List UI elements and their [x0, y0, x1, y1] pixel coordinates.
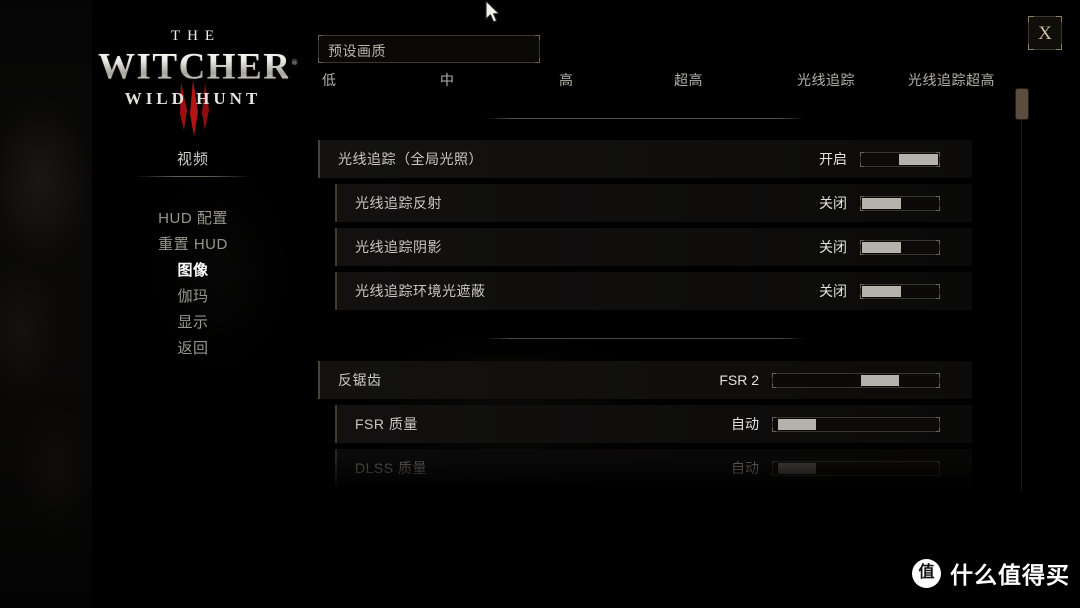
- setting-slider: [772, 460, 940, 476]
- toggle-thumb: [862, 285, 901, 297]
- setting-label: 光线追踪（全局光照）: [338, 151, 483, 167]
- section-divider: [485, 338, 805, 339]
- preset-tab-1[interactable]: 中: [440, 70, 455, 90]
- corner-notch-icon: [535, 58, 540, 63]
- setting-value: 自动: [731, 460, 759, 476]
- setting-row[interactable]: 光线追踪反射 关闭: [335, 184, 972, 222]
- slider-thumb: [861, 374, 899, 386]
- sidebar-item-1[interactable]: 重置 HUD: [88, 232, 298, 258]
- setting-label: 光线追踪反射: [355, 195, 442, 211]
- preset-tab-bar: 低 中 高 超高 光线追踪 光线追踪超高: [312, 70, 1012, 92]
- background-texture-left: [0, 0, 92, 608]
- logo-line-the: THE: [170, 28, 222, 44]
- setting-value: 关闭: [819, 283, 847, 299]
- corner-notch-icon: [860, 162, 864, 167]
- corner-notch-icon: [936, 239, 940, 244]
- corner-notch-icon: [772, 427, 776, 432]
- slider-thumb: [778, 462, 816, 474]
- corner-notch-icon: [936, 427, 940, 432]
- corner-notch-icon: [318, 58, 323, 63]
- setting-row[interactable]: 光线追踪（全局光照） 开启: [318, 140, 972, 178]
- setting-value: 自动: [731, 416, 759, 432]
- setting-label: DLSS 质量: [355, 460, 427, 476]
- corner-notch-icon: [936, 283, 940, 288]
- preset-tab-4[interactable]: 光线追踪: [797, 70, 855, 90]
- setting-slider[interactable]: [772, 416, 940, 432]
- sidebar-item-5[interactable]: 返回: [88, 336, 298, 362]
- corner-notch-icon: [772, 372, 776, 377]
- corner-notch-icon: [936, 294, 940, 299]
- sidebar-item-0[interactable]: HUD 配置: [88, 206, 298, 232]
- preset-quality-label: 预设画质: [328, 43, 386, 59]
- toggle-thumb: [899, 153, 938, 165]
- preset-quality-field[interactable]: 预设画质: [318, 35, 540, 63]
- left-panel: THE WITCHER® WILD HUNT 视频 HUD 配置 重置 HUD 图像…: [88, 0, 298, 608]
- sidebar-menu: HUD 配置 重置 HUD 图像 伽玛 显示 返回: [88, 206, 298, 362]
- setting-value: 关闭: [819, 195, 847, 211]
- setting-label: FSR 质量: [355, 416, 418, 432]
- setting-toggle[interactable]: [860, 239, 940, 255]
- setting-row[interactable]: DLSS 质量 自动: [335, 449, 972, 487]
- corner-notch-icon: [318, 35, 323, 40]
- setting-label: 光线追踪环境光遮蔽: [355, 283, 486, 299]
- setting-label: 反锯齿: [338, 372, 382, 388]
- sidebar-divider: [134, 176, 252, 177]
- sidebar-item-2[interactable]: 图像: [88, 258, 298, 284]
- sidebar-item-3[interactable]: 伽玛: [88, 284, 298, 310]
- setting-row[interactable]: 光线追踪环境光遮蔽 关闭: [335, 272, 972, 310]
- corner-notch-icon: [936, 195, 940, 200]
- logo-line-wild-hunt: WILD HUNT: [124, 89, 262, 109]
- corner-notch-icon: [772, 416, 776, 421]
- corner-notch-icon: [860, 151, 864, 156]
- corner-notch-icon: [772, 460, 776, 465]
- logo-registered-mark: ®: [291, 58, 299, 67]
- watermark: 值 什么值得买: [912, 556, 1070, 590]
- toggle-thumb: [862, 197, 901, 209]
- setting-value: FSR 2: [719, 372, 759, 388]
- setting-label: 光线追踪阴影: [355, 239, 442, 255]
- game-settings-screen: THE WITCHER® WILD HUNT 视频 HUD 配置 重置 HUD 图像…: [0, 0, 1080, 608]
- watermark-badge-icon: 值: [912, 558, 941, 588]
- sidebar-item-4[interactable]: 显示: [88, 310, 298, 336]
- close-button[interactable]: X: [1028, 16, 1062, 50]
- close-icon: X: [1038, 22, 1052, 44]
- settings-content: 预设画质 低中高超高 光线追踪 光线追踪超高 光线追踪（全局光照） 开启 光线追踪反射关…: [312, 0, 1029, 608]
- slider-thumb: [778, 418, 816, 430]
- setting-slider[interactable]: [772, 372, 940, 388]
- game-logo: THE WITCHER® WILD HUNT: [98, 28, 297, 136]
- setting-value: 开启: [819, 151, 847, 167]
- corner-notch-icon: [936, 250, 940, 255]
- preset-tab-0[interactable]: 低: [322, 70, 337, 90]
- corner-notch-icon: [936, 206, 940, 211]
- scrollbar-thumb[interactable]: [1015, 88, 1029, 120]
- corner-notch-icon: [535, 35, 540, 40]
- settings-scrollbar[interactable]: [1015, 88, 1029, 490]
- scrollbar-track[interactable]: [1021, 100, 1022, 490]
- setting-toggle[interactable]: [860, 195, 940, 211]
- toggle-thumb: [862, 241, 901, 253]
- setting-row[interactable]: 反锯齿 FSR 2: [318, 361, 972, 399]
- setting-toggle[interactable]: [860, 283, 940, 299]
- setting-value: 关闭: [819, 239, 847, 255]
- setting-toggle[interactable]: [860, 151, 940, 167]
- corner-notch-icon: [936, 383, 940, 388]
- preset-tab-3[interactable]: 超高: [674, 70, 703, 90]
- corner-notch-icon: [936, 471, 940, 476]
- watermark-text: 什么值得买: [950, 562, 1070, 588]
- tab-underline-divider: [485, 118, 805, 119]
- settings-rows-viewport: 光线追踪（全局光照） 开启 光线追踪反射 关闭 光线追踪阴影 关闭 光线追踪环境光遮蔽 关闭反…: [312, 140, 1012, 490]
- sidebar-title: 视频: [176, 151, 209, 168]
- sidebar-header: 视频: [88, 148, 298, 177]
- setting-row[interactable]: FSR 质量 自动: [335, 405, 972, 443]
- setting-row[interactable]: 光线追踪阴影 关闭: [335, 228, 972, 266]
- preset-tab-2[interactable]: 高: [559, 70, 574, 90]
- corner-notch-icon: [772, 383, 776, 388]
- corner-notch-icon: [772, 471, 776, 476]
- corner-notch-icon: [936, 460, 940, 465]
- preset-tab-5[interactable]: 光线追踪超高: [908, 70, 995, 90]
- corner-notch-icon: [936, 372, 940, 377]
- corner-notch-icon: [936, 416, 940, 421]
